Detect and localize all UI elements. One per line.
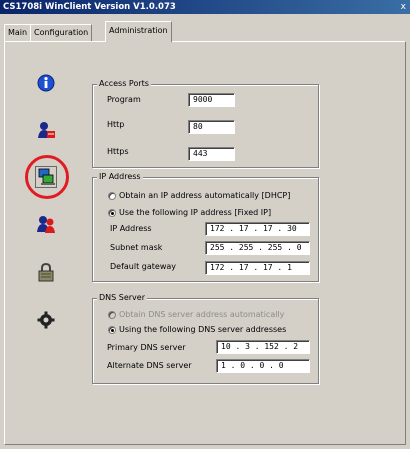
program-label: Program — [107, 95, 141, 104]
http-label: Http — [107, 120, 125, 129]
primary-dns-input[interactable]: 10 . 3 . 152 . 2 — [216, 340, 310, 354]
gear-icon[interactable] — [34, 308, 58, 332]
window-titlebar: CS1708i WinClient Version V1.0.073 — [0, 0, 410, 14]
tab-main[interactable]: Main — [4, 24, 32, 41]
http-port-input[interactable]: 80 — [188, 120, 235, 134]
user-icon[interactable] — [34, 118, 58, 142]
https-port-input[interactable]: 443 — [188, 147, 235, 161]
dhcp-radio[interactable] — [108, 192, 116, 200]
ip-address-legend: IP Address — [97, 172, 143, 182]
dhcp-option-label[interactable]: Obtain an IP address automatically [DHCP… — [119, 191, 290, 201]
ip-address-input[interactable]: 172 . 17 . 17 . 30 — [205, 222, 310, 236]
subnet-mask-input[interactable]: 255 . 255 . 255 . 0 — [205, 241, 310, 255]
primary-dns-label: Primary DNS server — [107, 343, 186, 352]
access-ports-legend: Access Ports — [97, 79, 151, 89]
program-port-input[interactable]: 9000 — [188, 93, 235, 107]
dns-auto-option-label: Obtain DNS server address automatically — [119, 310, 285, 319]
ip-address-label: IP Address — [110, 224, 152, 233]
dns-auto-radio — [108, 311, 116, 319]
dns-manual-radio[interactable] — [108, 326, 116, 334]
subnet-mask-label: Subnet mask — [110, 243, 163, 252]
https-label: Https — [107, 147, 129, 156]
tab-configuration[interactable]: Configuration — [30, 24, 93, 41]
alternate-dns-label: Alternate DNS server — [107, 361, 192, 370]
alternate-dns-input[interactable]: 1 . 0 . 0 . 0 — [216, 359, 310, 373]
default-gateway-label: Default gateway — [110, 262, 176, 271]
default-gateway-input[interactable]: 172 . 17 . 17 . 1 — [205, 261, 310, 275]
users-icon[interactable] — [34, 212, 58, 236]
window-title: CS1708i WinClient Version V1.0.073 — [3, 2, 176, 12]
close-button[interactable]: x — [401, 0, 406, 14]
dns-manual-option-label[interactable]: Using the following DNS server addresses — [119, 325, 286, 335]
tab-administration[interactable]: Administration — [105, 21, 172, 42]
lock-icon[interactable] — [34, 260, 58, 284]
fixed-ip-option-label[interactable]: Use the following IP address [Fixed IP] — [119, 208, 271, 218]
dns-server-legend: DNS Server — [97, 293, 147, 303]
fixed-ip-radio[interactable] — [108, 209, 116, 217]
highlight-ring — [25, 155, 69, 199]
info-icon[interactable] — [34, 71, 58, 95]
